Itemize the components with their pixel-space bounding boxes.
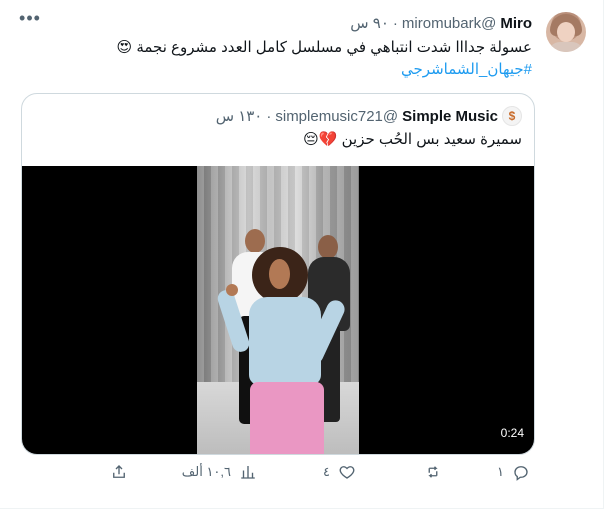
reply-icon [512,463,530,481]
tweet-actions: ١ ٤ ١٠,٦ ألف [0,460,604,484]
like-count: ٤ [323,464,330,479]
more-icon[interactable]: ••• [18,9,42,28]
man-left-head [245,229,265,253]
woman-shirt [249,297,321,385]
video-duration: 0:24 [500,426,524,440]
reply-button[interactable]: ١ [497,460,530,484]
avatar-face [557,22,575,42]
woman-face [269,259,290,289]
video-frame [197,166,359,454]
quoted-author-name[interactable]: Simple Music [402,108,498,125]
quoted-author-handle[interactable]: @simplemusic721 [275,108,398,125]
views-count: ١٠,٦ ألف [181,464,231,479]
header-separator: · [392,14,398,32]
quoted-header-separator: · [266,107,272,125]
author-avatar[interactable] [546,12,586,52]
tweet-header: Miro @miromubark · ٩٠ س [350,14,532,33]
tweet-hashtag[interactable]: #جيهان_الشماشرجي [401,60,532,80]
author-handle[interactable]: @miromubark [402,15,496,32]
heart-icon [338,463,356,481]
quoted-tweet-text: سميرة سعيد بس الحُب حزين 💔😔 [303,131,522,148]
tweet-card[interactable]: ••• Miro @miromubark · ٩٠ س عسولة جدااا … [0,0,604,509]
share-button[interactable] [102,460,128,484]
views-button[interactable]: ١٠,٦ ألف [182,460,257,484]
woman-hand [226,284,238,296]
quoted-video[interactable]: 0:24 [22,166,534,454]
share-icon [110,463,128,481]
tweet-timestamp[interactable]: ٩٠ س [350,14,389,32]
like-button[interactable]: ٤ [323,460,356,484]
reply-count: ١ [497,464,504,479]
quoted-author-avatar[interactable]: $ [502,106,522,126]
man-right-head [318,235,338,259]
tweet-text-line-1: عسولة جدااا شدت انتباهي في مسلسل كامل ال… [116,39,532,56]
views-icon [239,463,257,481]
retweet-button[interactable] [416,460,442,484]
quoted-tweet-card[interactable]: $ Simple Music @simplemusic721 · ١٣٠ س س… [21,93,535,455]
author-name[interactable]: Miro [500,15,532,32]
avatar-shoulders [548,42,584,52]
quoted-timestamp[interactable]: ١٣٠ س [216,107,263,125]
woman-pants [250,382,324,454]
retweet-icon [424,463,442,481]
quoted-tweet-header: $ Simple Music @simplemusic721 · ١٣٠ س [216,106,522,126]
